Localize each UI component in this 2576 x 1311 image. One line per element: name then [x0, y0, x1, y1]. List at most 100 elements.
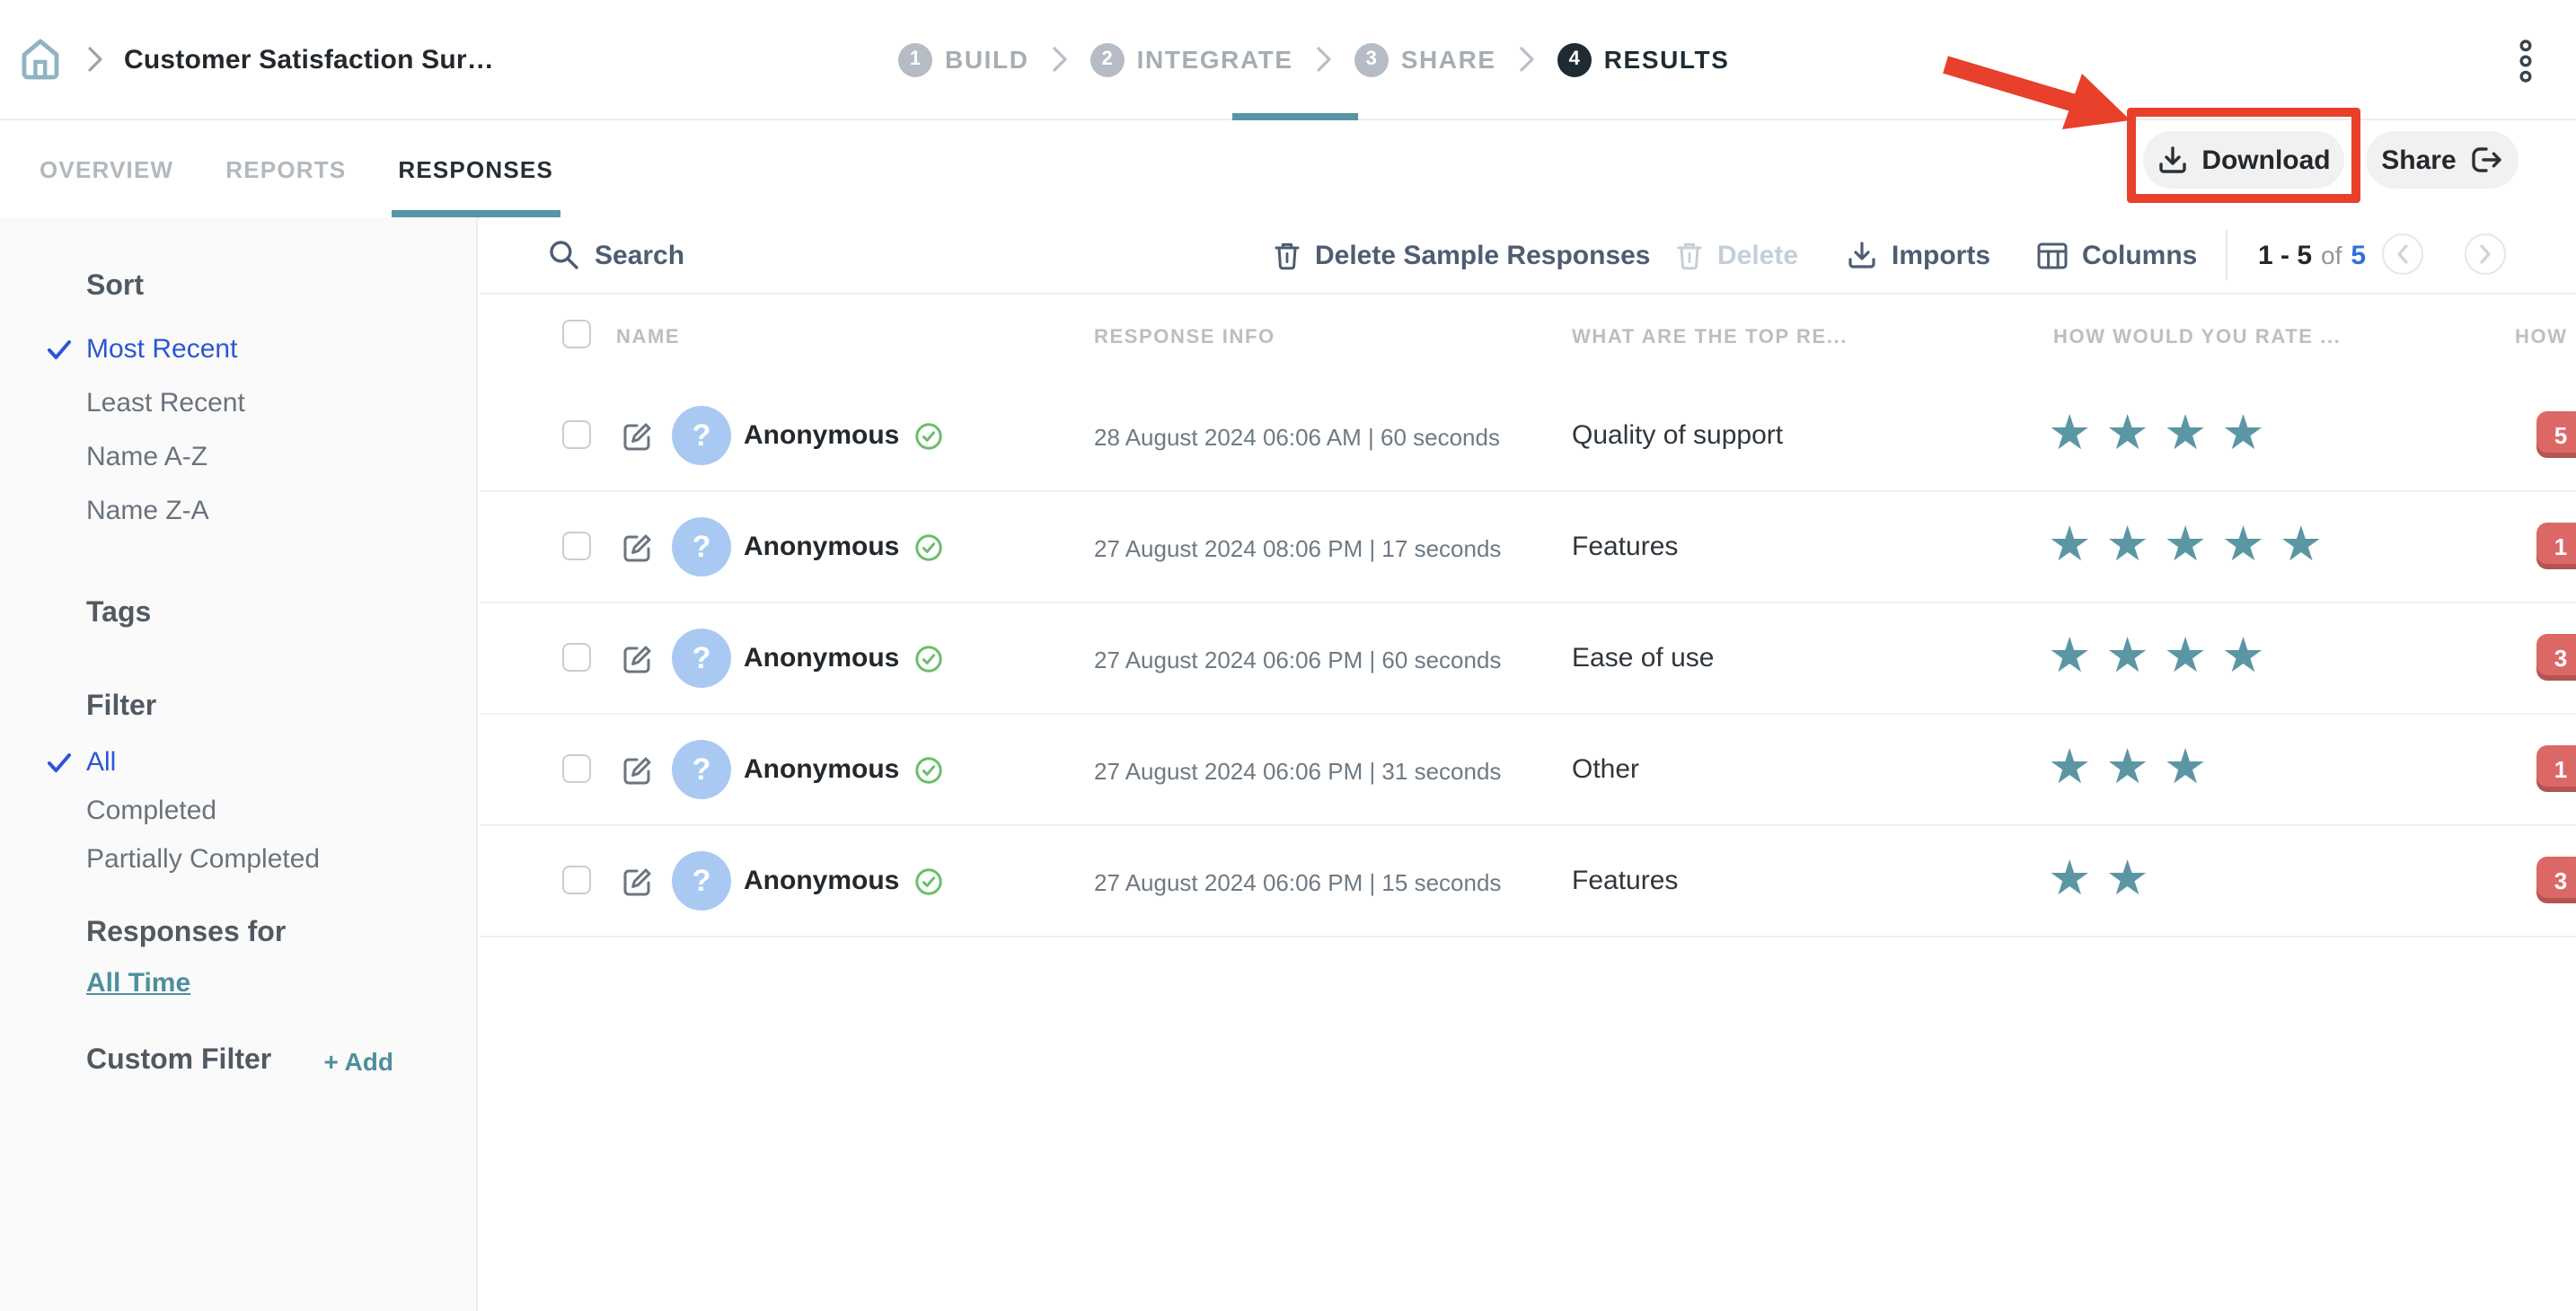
pagination-total: 5 [2351, 240, 2366, 270]
sort-option-label: Name A-Z [86, 442, 207, 472]
app-root: Customer Satisfaction Sur… 1 BUILD 2 INT… [0, 0, 2576, 1311]
step-integrate[interactable]: 2 INTEGRATE [1090, 42, 1293, 76]
table-header: NAME RESPONSE INFO WHAT ARE THE TOP RE..… [480, 295, 2576, 381]
step-results[interactable]: 4 RESULTS [1557, 42, 1730, 76]
delete-label: Delete [1717, 240, 1798, 270]
survey-stepper: 1 BUILD 2 INTEGRATE 3 SHARE 4 RESULTS [898, 0, 1730, 119]
next-page-button[interactable] [2465, 233, 2506, 275]
previous-page-button[interactable] [2382, 233, 2423, 275]
tab-overview[interactable]: OVERVIEW [40, 120, 173, 217]
row-checkbox[interactable] [562, 866, 591, 894]
completed-check-icon [914, 533, 943, 562]
check-icon [47, 339, 72, 361]
edit-icon[interactable] [622, 754, 654, 787]
response-info: 27 August 2024 06:06 PM | 60 seconds [1094, 647, 1501, 673]
share-button[interactable]: Share [2366, 131, 2519, 189]
top-header: Customer Satisfaction Sur… 1 BUILD 2 INT… [0, 0, 2576, 120]
delete-sample-responses-button[interactable]: Delete Sample Responses [1274, 217, 1651, 293]
download-icon [2157, 145, 2187, 174]
select-all-checkbox[interactable] [562, 320, 591, 348]
response-topic: Ease of use [1572, 643, 1714, 673]
imports-label: Imports [1892, 240, 1990, 270]
sort-option-name-za[interactable]: Name Z-A [86, 485, 476, 539]
step-number: 2 [1090, 42, 1125, 76]
responses-for-heading: Responses for [86, 916, 476, 952]
edit-icon[interactable] [622, 420, 654, 453]
response-info: 28 August 2024 06:06 AM | 60 seconds [1094, 424, 1500, 451]
count-badge: 1 [2536, 523, 2576, 569]
row-checkbox[interactable] [562, 420, 591, 449]
sort-option-most-recent[interactable]: Most Recent [86, 323, 476, 377]
filter-option-all[interactable]: All [86, 738, 476, 787]
add-custom-filter-link[interactable]: + Add [323, 1047, 393, 1076]
search-icon [548, 239, 580, 271]
step-build[interactable]: 1 BUILD [898, 42, 1029, 76]
count-badge: 3 [2536, 857, 2576, 903]
chevron-right-icon [1053, 47, 1067, 72]
columns-label: Columns [2082, 240, 2197, 270]
filter-option-completed[interactable]: Completed [86, 787, 476, 835]
trash-icon [1676, 240, 1703, 270]
step-share[interactable]: 3 SHARE [1354, 42, 1496, 76]
download-button[interactable]: Download [2143, 131, 2344, 189]
response-info: 27 August 2024 08:06 PM | 17 seconds [1094, 535, 1501, 562]
delete-button[interactable]: Delete [1676, 217, 1798, 293]
row-checkbox[interactable] [562, 643, 591, 672]
filter-options: All Completed Partially Completed [86, 738, 476, 884]
edit-icon[interactable] [622, 532, 654, 564]
sort-option-label: Most Recent [86, 334, 237, 365]
edit-icon[interactable] [622, 866, 654, 898]
star-rating: ★★ [2048, 851, 2164, 907]
filter-heading: Filter [86, 690, 476, 726]
filter-option-label: Completed [86, 796, 216, 826]
all-time-link[interactable]: All Time [86, 968, 190, 999]
respondent-name: Anonymous [744, 866, 899, 896]
response-topic: Quality of support [1572, 420, 1783, 451]
table-row[interactable]: ? Anonymous 27 August 2024 06:06 PM | 60… [480, 603, 2576, 715]
filter-option-label: All [86, 747, 116, 778]
star-rating: ★★★★ [2048, 406, 2280, 462]
tab-responses[interactable]: RESPONSES [398, 120, 553, 217]
avatar: ? [672, 740, 731, 799]
star-rating: ★★★ [2048, 740, 2221, 796]
kebab-menu-icon[interactable] [2519, 40, 2533, 83]
completed-check-icon [914, 422, 943, 451]
sort-option-label: Least Recent [86, 388, 245, 418]
imports-button[interactable]: Imports [1847, 217, 1990, 293]
row-checkbox[interactable] [562, 754, 591, 783]
table-row[interactable]: ? Anonymous 28 August 2024 06:06 AM | 60… [480, 381, 2576, 492]
search-button[interactable]: Search [548, 217, 684, 293]
edit-icon[interactable] [622, 643, 654, 675]
tab-bar: OVERVIEW REPORTS RESPONSES Download Shar… [0, 120, 2576, 219]
step-label: INTEGRATE [1137, 45, 1293, 74]
row-checkbox[interactable] [562, 532, 591, 560]
columns-button[interactable]: Columns [2037, 217, 2197, 293]
table-row[interactable]: ? Anonymous 27 August 2024 08:06 PM | 17… [480, 492, 2576, 603]
column-header-name: NAME [616, 327, 680, 348]
responses-panel: Search Delete Sample Responses [480, 217, 2576, 1311]
trash-icon [1274, 240, 1301, 270]
share-label: Share [2381, 145, 2456, 175]
respondent-name: Anonymous [744, 420, 899, 451]
table-row[interactable]: ? Anonymous 27 August 2024 06:06 PM | 15… [480, 826, 2576, 937]
response-topic: Features [1572, 532, 1678, 562]
sidebar: Sort Most Recent Least Recent Name A-Z N… [0, 217, 478, 1311]
tab-reports[interactable]: REPORTS [225, 120, 346, 217]
step-label: SHARE [1401, 45, 1496, 74]
filter-option-partially-completed[interactable]: Partially Completed [86, 835, 476, 884]
column-header-top-reasons: WHAT ARE THE TOP RE... [1572, 327, 1848, 348]
response-info: 27 August 2024 06:06 PM | 15 seconds [1094, 869, 1501, 896]
home-icon[interactable] [18, 36, 63, 83]
download-label: Download [2201, 145, 2330, 175]
column-header-how: HOW [2515, 327, 2568, 348]
star-rating: ★★★★★ [2048, 517, 2337, 573]
step-label: BUILD [945, 45, 1029, 74]
step-number: 3 [1354, 42, 1389, 76]
star-rating: ★★★★ [2048, 629, 2280, 684]
sort-option-least-recent[interactable]: Least Recent [86, 377, 476, 431]
table-row[interactable]: ? Anonymous 27 August 2024 06:06 PM | 31… [480, 715, 2576, 826]
avatar: ? [672, 851, 731, 911]
import-icon [1847, 241, 1877, 269]
sort-option-name-az[interactable]: Name A-Z [86, 431, 476, 485]
check-icon [47, 752, 72, 773]
